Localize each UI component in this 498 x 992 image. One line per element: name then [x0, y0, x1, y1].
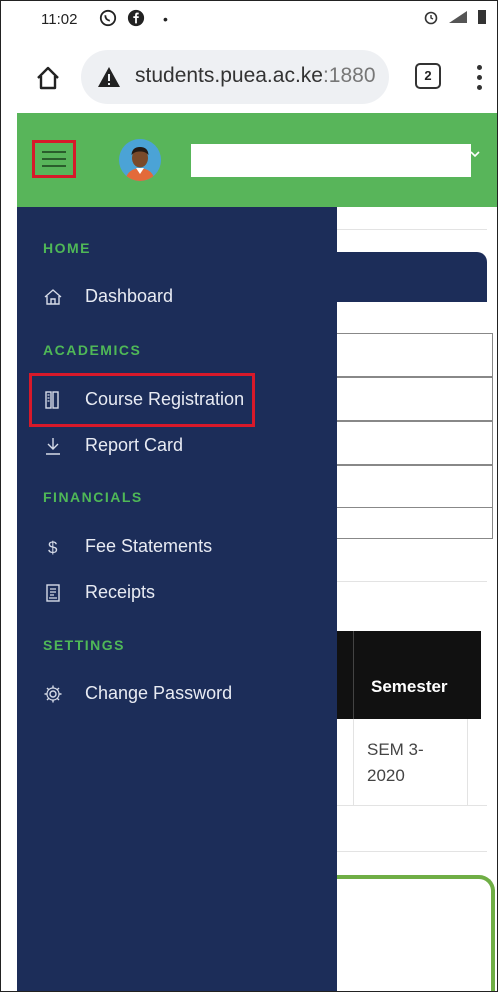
url-port: :1880 — [322, 64, 376, 87]
divider — [337, 805, 487, 806]
browser-home-icon[interactable] — [35, 65, 61, 91]
sidebar-item-report-card[interactable]: Report Card — [17, 428, 337, 464]
semester-line-2: 2020 — [367, 766, 405, 785]
status-bar: 11:02 • — [1, 1, 497, 37]
semester-line-1: SEM 3- — [367, 740, 424, 759]
battery-icon — [478, 10, 486, 24]
section-financials: FINANCIALS — [43, 489, 143, 505]
cell-border — [467, 719, 468, 805]
url-host: students.puea.ac.ke — [135, 64, 323, 87]
sidebar: HOME Dashboard ACADEMICS Course Registra… — [17, 207, 337, 991]
phone-screen: 11:02 • students.puea.ac.ke:1880 2 Semes… — [0, 0, 498, 992]
download-icon — [46, 438, 60, 455]
cell-border — [353, 719, 354, 805]
sidebar-item-receipts[interactable]: Receipts — [17, 575, 337, 611]
form-row[interactable] — [337, 333, 493, 377]
form-row[interactable] — [337, 507, 493, 539]
sidebar-item-label: Report Card — [85, 435, 184, 455]
column-header-semester: Semester — [371, 677, 448, 696]
signal-icon — [449, 11, 467, 23]
app-header — [17, 113, 497, 207]
sidebar-item-change-password[interactable]: Change Password — [17, 676, 337, 712]
user-name-box[interactable] — [191, 144, 471, 177]
form-row[interactable] — [337, 465, 493, 509]
course-book-icon — [45, 391, 59, 409]
status-dot: • — [163, 11, 168, 27]
sidebar-item-label: Course Registration — [85, 389, 245, 409]
gear-icon — [44, 685, 62, 703]
url-text: students.puea.ac.ke:1880 — [135, 64, 376, 88]
alarm-icon — [424, 11, 438, 25]
svg-text:$: $ — [48, 538, 58, 557]
divider — [337, 229, 487, 230]
avatar[interactable] — [119, 139, 161, 181]
divider — [337, 851, 487, 852]
sidebar-item-course-registration[interactable]: Course Registration — [17, 382, 337, 418]
hamburger-menu-button[interactable] — [32, 140, 76, 178]
warning-icon[interactable] — [97, 66, 121, 88]
content-card — [337, 875, 495, 991]
tab-switcher-button[interactable]: 2 — [415, 63, 441, 89]
dollar-icon: $ — [48, 538, 58, 557]
section-home: HOME — [43, 240, 91, 256]
sidebar-item-label: Change Password — [85, 683, 233, 703]
page-content: Semester SEM 3- 2020 — [337, 207, 497, 991]
sidebar-item-label: Fee Statements — [85, 536, 213, 556]
facebook-icon — [127, 9, 145, 27]
whatsapp-icon — [99, 9, 117, 27]
status-right-icons — [423, 9, 487, 25]
table-cell-semester: SEM 3- 2020 — [367, 737, 424, 789]
table-header: Semester — [337, 631, 481, 719]
browser-toolbar: students.puea.ac.ke:1880 2 — [1, 45, 497, 109]
status-time: 11:02 — [41, 11, 78, 28]
section-settings: SETTINGS — [43, 637, 126, 653]
receipt-icon — [46, 584, 60, 602]
section-academics: ACADEMICS — [43, 342, 142, 358]
form-row[interactable] — [337, 421, 493, 465]
sidebar-item-label: Receipts — [85, 582, 156, 602]
divider — [337, 581, 487, 582]
home-icon — [44, 289, 62, 305]
form-row[interactable] — [337, 377, 493, 421]
address-bar[interactable]: students.puea.ac.ke:1880 — [81, 50, 389, 104]
column-separator — [353, 631, 354, 719]
chevron-down-icon[interactable] — [469, 148, 481, 160]
user-avatar-icon — [119, 139, 161, 181]
sidebar-item-label: Dashboard — [85, 286, 174, 306]
sidebar-item-fee-statements[interactable]: $ Fee Statements — [17, 529, 337, 565]
sidebar-item-dashboard[interactable]: Dashboard — [17, 279, 337, 315]
content-banner — [337, 252, 487, 302]
browser-menu-icon[interactable] — [477, 65, 483, 91]
